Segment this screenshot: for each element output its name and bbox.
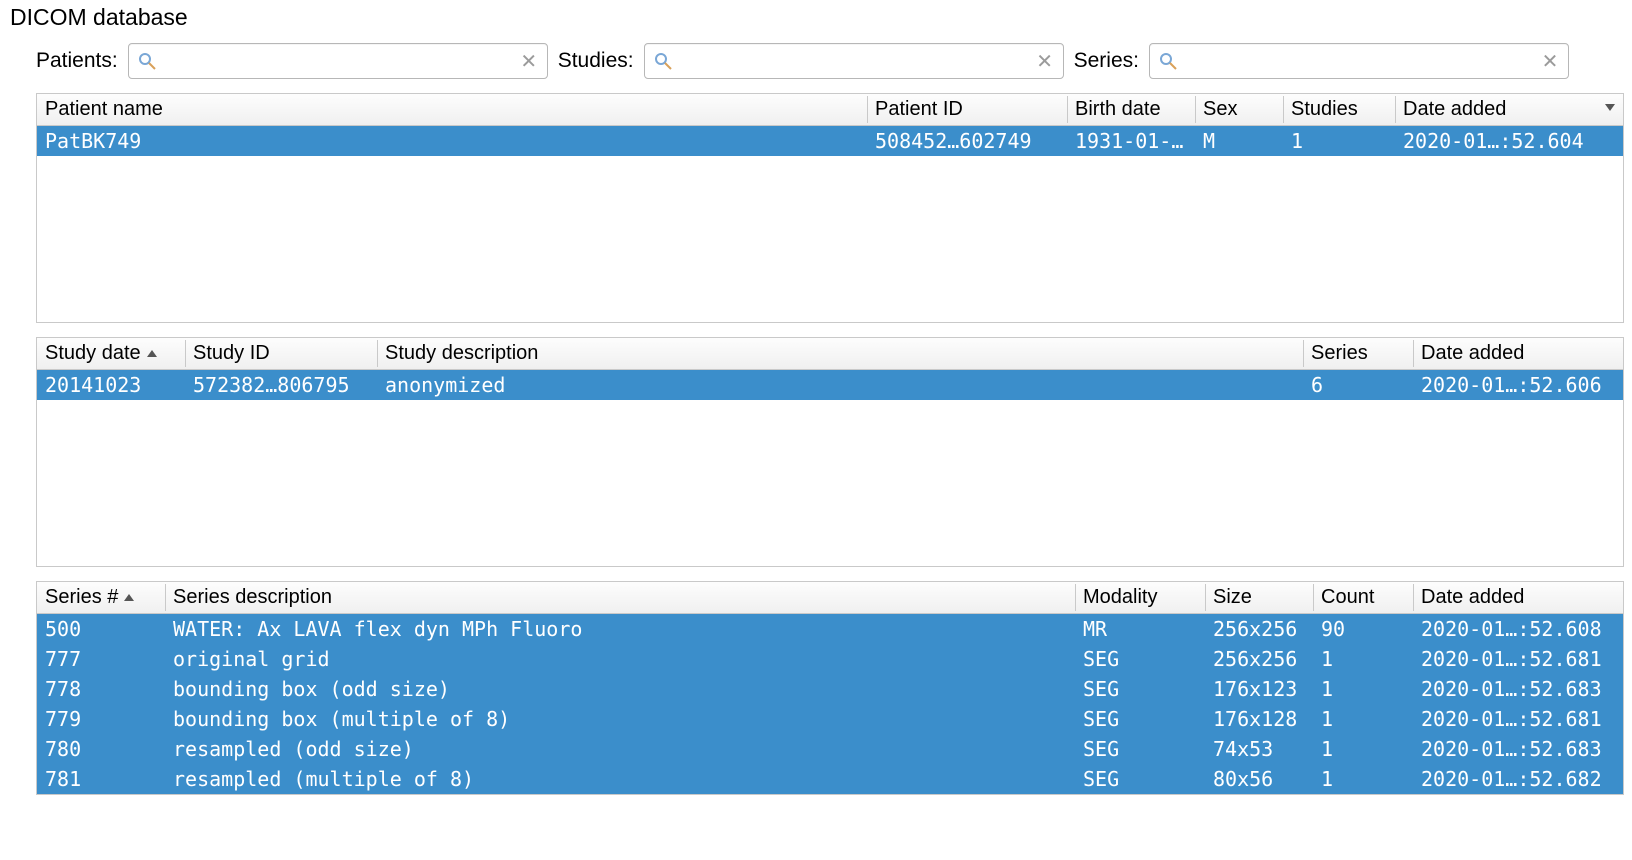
- cell: 777: [37, 644, 165, 674]
- col-date-added[interactable]: Date added: [1413, 338, 1623, 370]
- cell: 2020-01…:52.608: [1413, 614, 1623, 645]
- cell: 90: [1313, 614, 1413, 645]
- search-icon: [649, 47, 677, 75]
- cell: 781: [37, 764, 165, 794]
- cell: anonymized: [377, 370, 1303, 401]
- patients-filter[interactable]: ✕: [128, 43, 548, 79]
- cell: 80x56: [1205, 764, 1313, 794]
- table-row[interactable]: 781resampled (multiple of 8)SEG80x561202…: [37, 764, 1623, 794]
- cell: M: [1195, 126, 1283, 157]
- table-row[interactable]: PatBK749508452…6027491931-01-01M12020-01…: [37, 126, 1623, 157]
- table-row[interactable]: 778bounding box (odd size)SEG176x1231202…: [37, 674, 1623, 704]
- col-series-number[interactable]: Series #: [37, 582, 165, 614]
- series-panel: Series # Series description Modality Siz…: [36, 581, 1624, 795]
- sort-asc-icon: [147, 350, 157, 357]
- cell: 176x123: [1205, 674, 1313, 704]
- col-study-date[interactable]: Study date: [37, 338, 185, 370]
- cell: SEG: [1075, 764, 1205, 794]
- clear-icon[interactable]: ✕: [1536, 47, 1564, 75]
- cell: 20141023: [37, 370, 185, 401]
- cell: 2020-01…:52.681: [1413, 704, 1623, 734]
- studies-panel: Study date Study ID Study description Se…: [36, 337, 1624, 567]
- cell: SEG: [1075, 704, 1205, 734]
- col-series-count[interactable]: Series: [1303, 338, 1413, 370]
- cell: resampled (multiple of 8): [165, 764, 1075, 794]
- col-birth-date[interactable]: Birth date: [1067, 94, 1195, 126]
- search-icon: [133, 47, 161, 75]
- filter-bar: Patients: ✕ Studies: ✕ Series: ✕: [8, 39, 1624, 93]
- page-title: DICOM database: [10, 4, 1624, 31]
- cell: 1: [1313, 764, 1413, 794]
- col-modality[interactable]: Modality: [1075, 582, 1205, 614]
- cell: bounding box (multiple of 8): [165, 704, 1075, 734]
- series-filter-label: Series:: [1074, 49, 1139, 73]
- col-studies[interactable]: Studies: [1283, 94, 1395, 126]
- table-row[interactable]: 777original gridSEG256x25612020-01…:52.6…: [37, 644, 1623, 674]
- col-date-added[interactable]: Date added: [1413, 582, 1623, 614]
- studies-filter-label: Studies:: [558, 49, 634, 73]
- patients-panel: Patient name Patient ID Birth date Sex S…: [36, 93, 1624, 323]
- cell: 256x256: [1205, 614, 1313, 645]
- col-patient-name[interactable]: Patient name: [37, 94, 867, 126]
- clear-icon[interactable]: ✕: [1031, 47, 1059, 75]
- table-row[interactable]: 500WATER: Ax LAVA flex dyn MPh FluoroMR2…: [37, 614, 1623, 645]
- cell: 74x53: [1205, 734, 1313, 764]
- cell: 500: [37, 614, 165, 645]
- col-series-description[interactable]: Series description: [165, 582, 1075, 614]
- cell: 1: [1313, 644, 1413, 674]
- cell: 176x128: [1205, 704, 1313, 734]
- cell: resampled (odd size): [165, 734, 1075, 764]
- cell: 780: [37, 734, 165, 764]
- cell: WATER: Ax LAVA flex dyn MPh Fluoro: [165, 614, 1075, 645]
- cell: 2020-01…:52.604: [1395, 126, 1623, 157]
- cell: 1: [1313, 704, 1413, 734]
- col-sex[interactable]: Sex: [1195, 94, 1283, 126]
- studies-table: Study date Study ID Study description Se…: [37, 338, 1623, 400]
- cell: 2020-01…:52.683: [1413, 734, 1623, 764]
- series-filter[interactable]: ✕: [1149, 43, 1569, 79]
- col-date-added[interactable]: Date added: [1395, 94, 1623, 126]
- table-row[interactable]: 779bounding box (multiple of 8)SEG176x12…: [37, 704, 1623, 734]
- search-icon: [1154, 47, 1182, 75]
- cell: SEG: [1075, 644, 1205, 674]
- cell: 2020-01…:52.681: [1413, 644, 1623, 674]
- col-study-id[interactable]: Study ID: [185, 338, 377, 370]
- cell: 6: [1303, 370, 1413, 401]
- cell: 1: [1313, 674, 1413, 704]
- table-row[interactable]: 780resampled (odd size)SEG74x5312020-01……: [37, 734, 1623, 764]
- studies-filter[interactable]: ✕: [644, 43, 1064, 79]
- cell: 572382…806795: [185, 370, 377, 401]
- cell: MR: [1075, 614, 1205, 645]
- sort-asc-icon: [124, 594, 134, 601]
- series-table: Series # Series description Modality Siz…: [37, 582, 1623, 794]
- cell: 1: [1313, 734, 1413, 764]
- series-filter-input[interactable]: [1182, 44, 1536, 78]
- cell: 778: [37, 674, 165, 704]
- col-patient-id[interactable]: Patient ID: [867, 94, 1067, 126]
- cell: PatBK749: [37, 126, 867, 157]
- cell: SEG: [1075, 674, 1205, 704]
- table-row[interactable]: 20141023572382…806795anonymized62020-01……: [37, 370, 1623, 401]
- cell: 256x256: [1205, 644, 1313, 674]
- cell: SEG: [1075, 734, 1205, 764]
- studies-filter-input[interactable]: [677, 44, 1031, 78]
- cell: 1931-01-01: [1067, 126, 1195, 157]
- col-study-description[interactable]: Study description: [377, 338, 1303, 370]
- cell: 2020-01…:52.682: [1413, 764, 1623, 794]
- cell: original grid: [165, 644, 1075, 674]
- col-count[interactable]: Count: [1313, 582, 1413, 614]
- cell: 1: [1283, 126, 1395, 157]
- patients-filter-label: Patients:: [36, 49, 118, 73]
- cell: 2020-01…:52.606: [1413, 370, 1623, 401]
- patients-filter-input[interactable]: [161, 44, 515, 78]
- patients-table: Patient name Patient ID Birth date Sex S…: [37, 94, 1623, 156]
- clear-icon[interactable]: ✕: [515, 47, 543, 75]
- col-size[interactable]: Size: [1205, 582, 1313, 614]
- cell: bounding box (odd size): [165, 674, 1075, 704]
- cell: 779: [37, 704, 165, 734]
- sort-desc-icon: [1605, 104, 1615, 111]
- cell: 2020-01…:52.683: [1413, 674, 1623, 704]
- cell: 508452…602749: [867, 126, 1067, 157]
